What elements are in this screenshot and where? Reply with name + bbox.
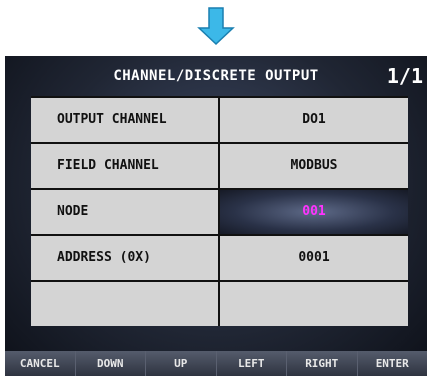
up-button[interactable]: UP xyxy=(145,351,216,376)
display-screen: CHANNEL/DISCRETE OUTPUT 1/1 OUTPUT CHANN… xyxy=(5,56,427,376)
cancel-button[interactable]: CANCEL xyxy=(5,351,75,376)
left-button[interactable]: LEFT xyxy=(215,351,286,376)
row-value[interactable]: MODBUS xyxy=(220,144,408,188)
row-label: FIELD CHANNEL xyxy=(31,144,218,188)
table-row[interactable]: FIELD CHANNEL MODBUS xyxy=(31,144,408,188)
row-label xyxy=(31,282,218,326)
settings-table: OUTPUT CHANNEL DO1 FIELD CHANNEL MODBUS … xyxy=(31,96,408,326)
down-arrow-icon xyxy=(193,6,239,46)
table-row-empty[interactable] xyxy=(31,282,408,326)
page-indicator: 1/1 xyxy=(386,64,423,88)
title-bar: CHANNEL/DISCRETE OUTPUT 1/1 xyxy=(5,56,427,96)
enter-button[interactable]: ENTER xyxy=(356,351,427,376)
down-button[interactable]: DOWN xyxy=(74,351,145,376)
table-row[interactable]: ADDRESS (0X) 0001 xyxy=(31,236,408,280)
row-value[interactable] xyxy=(220,282,408,326)
row-value[interactable]: DO1 xyxy=(220,98,408,142)
right-button[interactable]: RIGHT xyxy=(286,351,357,376)
page-title: CHANNEL/DISCRETE OUTPUT xyxy=(113,68,319,84)
row-value-selected[interactable]: 001 xyxy=(220,190,408,234)
row-label: ADDRESS (0X) xyxy=(31,236,218,280)
table-row-selected[interactable]: NODE 001 xyxy=(31,190,408,234)
row-label: NODE xyxy=(31,190,218,234)
softkey-bar: CANCEL DOWN UP LEFT RIGHT ENTER xyxy=(5,351,427,376)
row-label: OUTPUT CHANNEL xyxy=(31,98,218,142)
row-value[interactable]: 0001 xyxy=(220,236,408,280)
table-row[interactable]: OUTPUT CHANNEL DO1 xyxy=(31,98,408,142)
